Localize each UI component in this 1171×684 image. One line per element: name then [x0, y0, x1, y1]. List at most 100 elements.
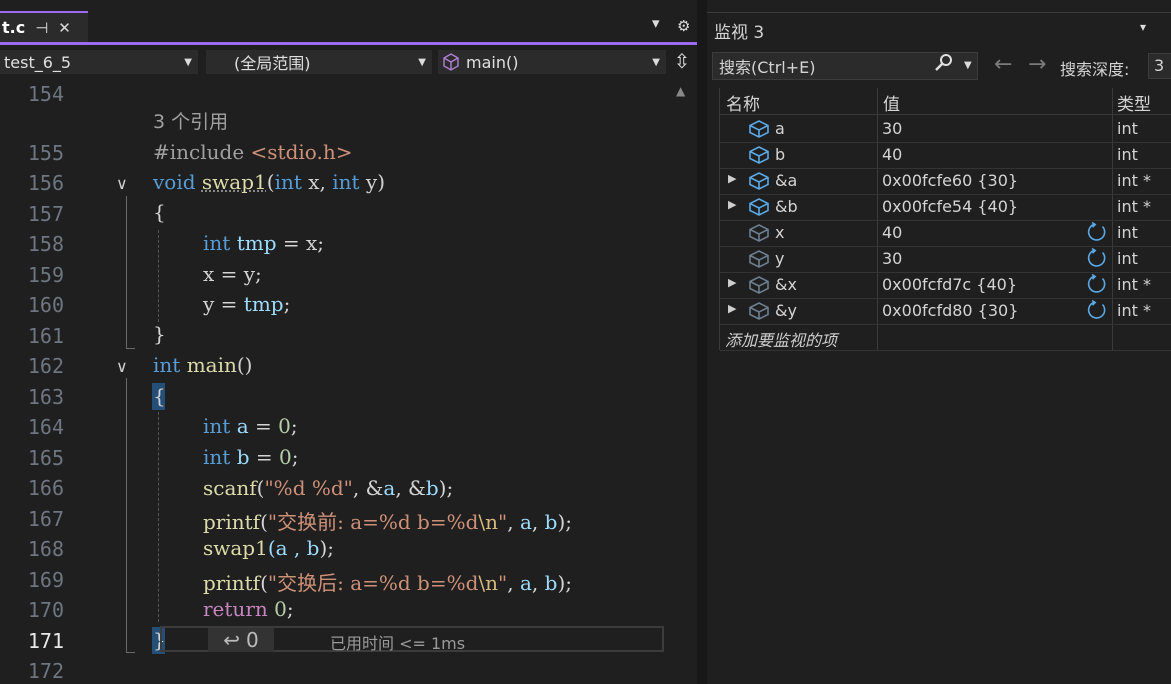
- split-window-icon[interactable]: ⇳: [670, 50, 694, 74]
- tab-dropdown-icon[interactable]: ▾: [652, 14, 660, 32]
- refresh-icon[interactable]: [1086, 247, 1108, 269]
- fold-region-swap1: [126, 196, 135, 349]
- forward-arrow-icon[interactable]: →: [1028, 52, 1046, 77]
- elapsed-time: 已用时间 <= 1ms: [330, 634, 466, 653]
- code-line-155: #include <stdio.h>: [153, 140, 353, 164]
- code-line-162: int main(): [153, 353, 253, 377]
- scroll-up-icon[interactable]: ▲: [676, 84, 685, 98]
- collapse-chevron-icon[interactable]: ∨: [116, 357, 128, 376]
- watch-name[interactable]: &a: [775, 171, 797, 190]
- tab-accent-line: [0, 42, 697, 45]
- watch-value[interactable]: 40: [882, 145, 902, 164]
- watch-value[interactable]: 0x00fcfd7c {40}: [882, 275, 1017, 294]
- scope-label: (全局范围): [234, 54, 311, 73]
- watch-row[interactable]: y 30 int: [720, 246, 1171, 273]
- close-icon[interactable]: ✕: [58, 19, 71, 37]
- code-line-168: swap1(a , b);: [203, 536, 335, 560]
- back-arrow-icon[interactable]: ←: [994, 52, 1012, 77]
- line-number: 171: [27, 629, 64, 653]
- code-line-169: printf("交换后: a=%d b=%d\n", a, b);: [203, 571, 572, 595]
- watch-row[interactable]: ▶ &a 0x00fcfe60 {30} int *: [720, 168, 1171, 195]
- tab-title: t.c: [2, 18, 26, 37]
- refresh-icon[interactable]: [1086, 299, 1108, 321]
- add-watch-placeholder[interactable]: 添加要监视的项: [725, 327, 837, 351]
- code-line-159: x = y;: [203, 262, 262, 286]
- watch-name[interactable]: b: [775, 145, 785, 164]
- search-depth-label: 搜索深度:: [1060, 60, 1130, 79]
- line-number: 154: [27, 82, 64, 106]
- variable-cube-icon: [749, 250, 769, 268]
- watch-name[interactable]: a: [775, 119, 785, 138]
- watch-row[interactable]: x 40 int: [720, 220, 1171, 247]
- editor-tab-active[interactable]: t.c ⊣ ✕: [0, 11, 88, 42]
- watch-value[interactable]: 40: [882, 223, 902, 242]
- return-arrow-icon: ↩: [223, 628, 241, 652]
- expand-triangle-icon[interactable]: ▶: [728, 198, 736, 211]
- search-options-chevron-icon[interactable]: ▼: [964, 60, 972, 71]
- watch-value[interactable]: 0x00fcfe60 {30}: [882, 171, 1018, 190]
- project-dropdown[interactable]: test_6_5 ▼: [0, 50, 198, 74]
- watch-name[interactable]: &y: [775, 301, 797, 320]
- vertical-scrollbar[interactable]: [669, 80, 697, 684]
- watch-title: 监视 3: [714, 23, 765, 43]
- watch-type: int: [1117, 249, 1138, 268]
- chevron-down-icon: ▼: [652, 56, 660, 68]
- member-dropdown[interactable]: main() ▼: [438, 50, 666, 74]
- watch-name[interactable]: &b: [775, 197, 798, 216]
- search-depth-input[interactable]: 3: [1148, 53, 1171, 79]
- chevron-down-icon: ▼: [418, 56, 426, 68]
- column-header-name[interactable]: 名称: [726, 90, 760, 115]
- watch-name[interactable]: y: [775, 249, 784, 268]
- code-line-161: }: [153, 322, 166, 346]
- line-number: 155: [27, 141, 64, 165]
- code-line-166: scanf("%d %d", &a, &b);: [203, 476, 454, 500]
- watch-type: int *: [1117, 171, 1151, 190]
- watch-value[interactable]: 0x00fcfe54 {40}: [882, 197, 1018, 216]
- scope-dropdown[interactable]: (全局范围) ▼: [206, 50, 432, 74]
- gear-icon[interactable]: ⚙: [677, 17, 690, 35]
- watch-row[interactable]: b 40 int: [720, 142, 1171, 169]
- watch-type: int: [1117, 145, 1138, 164]
- watch-type: int: [1117, 119, 1138, 138]
- watch-row[interactable]: ▶ &b 0x00fcfe54 {40} int *: [720, 194, 1171, 221]
- watch-value[interactable]: 30: [882, 119, 902, 138]
- watch-value[interactable]: 30: [882, 249, 902, 268]
- watch-name[interactable]: x: [775, 223, 784, 242]
- variable-cube-icon: [749, 302, 769, 320]
- line-number: 166: [27, 476, 64, 500]
- add-watch-row[interactable]: 添加要监视的项: [720, 324, 1171, 351]
- code-line-156: void swap1(int x, int y): [153, 170, 386, 194]
- watch-row[interactable]: ▶ &y 0x00fcfd80 {30} int *: [720, 298, 1171, 325]
- refresh-icon[interactable]: [1086, 273, 1108, 295]
- watch-row[interactable]: a 30 int: [720, 116, 1171, 143]
- expand-triangle-icon[interactable]: ▶: [728, 172, 736, 185]
- column-header-type[interactable]: 类型: [1117, 90, 1151, 115]
- code-line-158: int tmp = x;: [203, 231, 324, 255]
- line-number: 172: [27, 659, 64, 683]
- line-number: 167: [27, 507, 64, 531]
- watch-value[interactable]: 0x00fcfd80 {30}: [882, 301, 1018, 320]
- editor-tabstrip: [0, 0, 700, 44]
- column-header-value[interactable]: 值: [883, 90, 900, 115]
- expand-triangle-icon[interactable]: ▶: [728, 276, 736, 289]
- refresh-icon[interactable]: [1086, 221, 1108, 243]
- return-value: 0: [246, 628, 259, 652]
- collapse-chevron-icon[interactable]: ∨: [116, 174, 128, 193]
- codelens-references[interactable]: 3 个引用: [153, 107, 228, 134]
- variable-cube-icon: [749, 224, 769, 242]
- expand-triangle-icon[interactable]: ▶: [728, 302, 736, 315]
- line-number: 161: [27, 324, 64, 348]
- line-number: 162: [27, 354, 64, 378]
- line-number: 159: [27, 263, 64, 287]
- variable-cube-icon: [749, 120, 769, 138]
- watch-type: int *: [1117, 197, 1151, 216]
- watch-name[interactable]: &x: [775, 275, 797, 294]
- pin-icon[interactable]: ⊣: [35, 19, 48, 37]
- search-icon[interactable]: [934, 53, 954, 78]
- watch-type: int *: [1117, 301, 1151, 320]
- method-cube-icon: [443, 53, 459, 71]
- watch-row[interactable]: ▶ &x 0x00fcfd7c {40} int *: [720, 272, 1171, 299]
- panel-splitter[interactable]: [697, 0, 707, 684]
- window-menu-icon[interactable]: ▾: [1140, 20, 1146, 34]
- code-line-157: {: [153, 200, 166, 224]
